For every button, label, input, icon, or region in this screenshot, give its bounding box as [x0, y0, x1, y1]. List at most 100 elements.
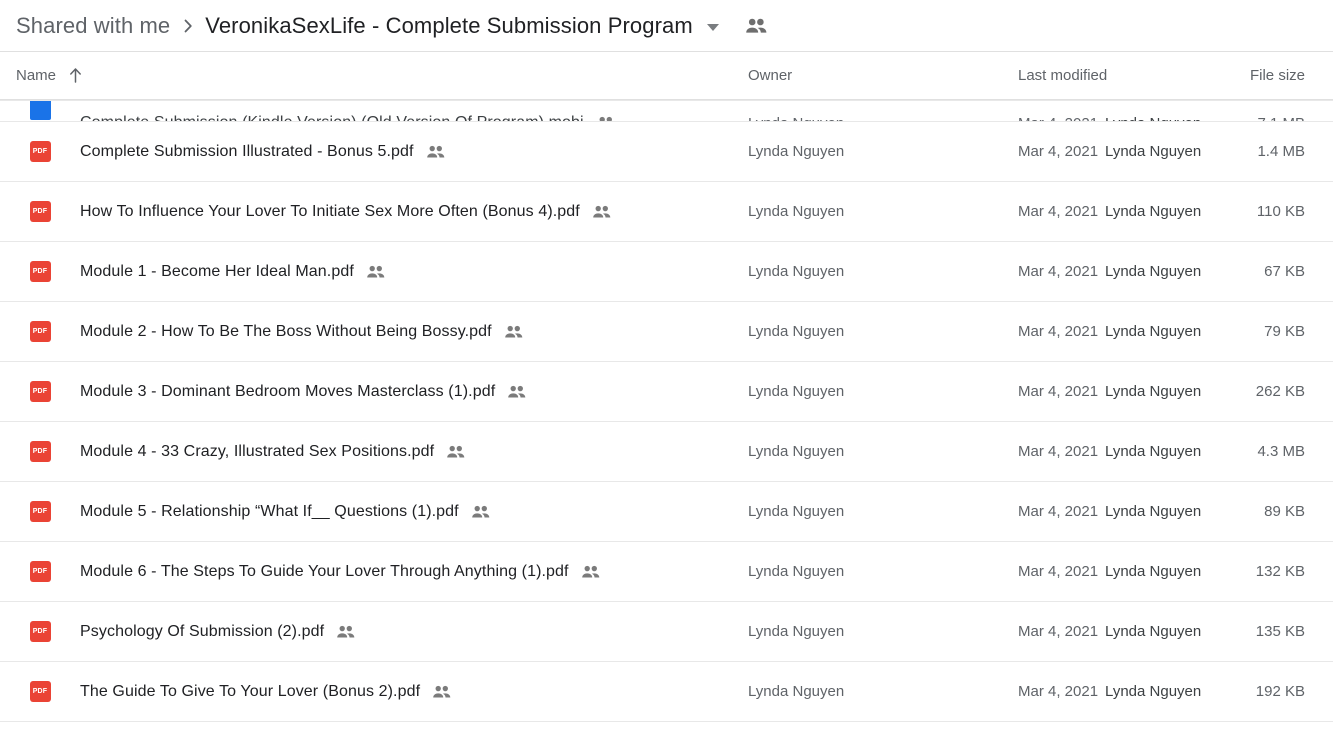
table-row[interactable]: PDF Module 3 - Dominant Bedroom Moves Ma…	[0, 362, 1333, 422]
table-column-headers: Name Owner Last modified File size	[0, 52, 1333, 100]
pdf-file-icon: PDF	[28, 560, 52, 584]
shared-people-icon	[446, 445, 465, 459]
shared-people-icon	[432, 685, 451, 699]
file-name-label: Module 4 - 33 Crazy, Illustrated Sex Pos…	[80, 442, 435, 460]
file-name-cell[interactable]: Module 3 - Dominant Bedroom Moves Master…	[80, 383, 526, 401]
table-row[interactable]: PDF The Guide To Give To Your Lover (Bon…	[0, 662, 1333, 722]
table-row[interactable]: PDF Module 4 - 33 Crazy, Illustrated Sex…	[0, 422, 1333, 482]
pdf-badge-label: PDF	[29, 501, 51, 522]
table-row[interactable]: PDF Module 2 - How To Be The Boss Withou…	[0, 302, 1333, 362]
file-size: 132 KB	[1255, 563, 1305, 580]
pdf-file-icon: PDF	[28, 140, 52, 164]
file-size: 110 KB	[1256, 203, 1305, 220]
folder-shared-people-icon[interactable]	[745, 18, 767, 34]
file-owner: Lynda Nguyen	[748, 323, 845, 340]
file-owner: Lynda Nguyen	[748, 503, 845, 520]
breadcrumb-current-folder[interactable]: VeronikaSexLife - Complete Submission Pr…	[205, 13, 693, 39]
file-name-cell[interactable]: Module 5 - Relationship “What If__ Quest…	[80, 503, 490, 521]
chevron-down-icon[interactable]	[706, 24, 719, 31]
column-header-name-label: Name	[16, 67, 57, 84]
pdf-badge-label: PDF	[29, 681, 51, 702]
file-owner: Lynda Nguyen	[748, 383, 845, 400]
table-row[interactable]: Complete Submission (Kindle Version) (Ol…	[0, 100, 1333, 122]
file-modified-by: Lynda Nguyen	[1105, 443, 1202, 460]
file-last-modified: Mar 4, 2021 Lynda Nguyen	[1018, 115, 1201, 121]
file-owner: Lynda Nguyen	[748, 115, 844, 121]
file-modified-by: Lynda Nguyen	[1105, 683, 1202, 700]
pdf-badge-label: PDF	[29, 381, 51, 402]
file-last-modified: Mar 4, 2021 Lynda Nguyen	[1018, 563, 1201, 580]
file-modified-date: Mar 4, 2021	[1018, 383, 1099, 400]
table-row[interactable]: PDF Complete Submission Illustrated - Bo…	[0, 122, 1333, 182]
table-row[interactable]: PDF Module 1 - Become Her Ideal Man.pdf …	[0, 242, 1333, 302]
file-owner: Lynda Nguyen	[748, 623, 845, 640]
file-owner: Lynda Nguyen	[748, 563, 845, 580]
file-size: 89 KB	[1264, 503, 1305, 520]
arrow-up-icon	[70, 68, 81, 83]
file-size: 4.3 MB	[1257, 443, 1305, 460]
file-name-label: How To Influence Your Lover To Initiate …	[80, 202, 580, 220]
file-size: 192 KB	[1255, 683, 1305, 700]
pdf-file-icon: PDF	[28, 260, 52, 284]
pdf-file-icon: PDF	[28, 620, 52, 644]
breadcrumb-parent-link[interactable]: Shared with me	[16, 13, 170, 39]
file-modified-by: Lynda Nguyen	[1105, 143, 1202, 160]
chevron-right-icon	[182, 17, 195, 35]
file-owner: Lynda Nguyen	[748, 203, 845, 220]
table-row[interactable]: PDF Psychology Of Submission (2).pdf Lyn…	[0, 602, 1333, 662]
file-name-label: Module 3 - Dominant Bedroom Moves Master…	[80, 382, 496, 400]
file-modified-by: Lynda Nguyen	[1105, 263, 1202, 280]
file-modified-by: Lynda Nguyen	[1105, 115, 1201, 121]
shared-people-icon	[336, 625, 355, 639]
pdf-file-icon: PDF	[28, 380, 52, 404]
table-row[interactable]: PDF How To Influence Your Lover To Initi…	[0, 182, 1333, 242]
file-size: 135 KB	[1255, 623, 1305, 640]
file-size: 1.4 MB	[1257, 143, 1305, 160]
file-last-modified: Mar 4, 2021 Lynda Nguyen	[1018, 683, 1201, 700]
file-owner: Lynda Nguyen	[748, 683, 845, 700]
column-header-owner[interactable]: Owner	[748, 67, 792, 84]
file-modified-date: Mar 4, 2021	[1018, 143, 1099, 160]
file-last-modified: Mar 4, 2021 Lynda Nguyen	[1018, 443, 1201, 460]
column-header-last-modified[interactable]: Last modified	[1018, 67, 1107, 84]
pdf-file-icon: PDF	[28, 500, 52, 524]
file-modified-by: Lynda Nguyen	[1105, 203, 1202, 220]
column-header-name[interactable]: Name	[16, 67, 83, 84]
file-last-modified: Mar 4, 2021 Lynda Nguyen	[1018, 323, 1201, 340]
file-modified-date: Mar 4, 2021	[1018, 683, 1099, 700]
file-name-cell[interactable]: How To Influence Your Lover To Initiate …	[80, 203, 611, 221]
shared-people-icon	[426, 145, 445, 159]
file-name-cell[interactable]: Complete Submission (Kindle Version) (Ol…	[80, 114, 615, 121]
file-name-cell[interactable]: Module 2 - How To Be The Boss Without Be…	[80, 323, 523, 341]
file-name-label: Module 5 - Relationship “What If__ Quest…	[80, 502, 459, 520]
file-name-cell[interactable]: Module 1 - Become Her Ideal Man.pdf	[80, 263, 385, 281]
column-header-file-size[interactable]: File size	[1250, 67, 1305, 84]
table-row[interactable]: PDF Module 5 - Relationship “What If__ Q…	[0, 482, 1333, 542]
pdf-badge-label: PDF	[29, 561, 51, 582]
pdf-badge-label: PDF	[29, 261, 51, 282]
file-name-cell[interactable]: The Guide To Give To Your Lover (Bonus 2…	[80, 683, 451, 701]
file-name-cell[interactable]: Psychology Of Submission (2).pdf	[80, 623, 355, 641]
file-modified-date: Mar 4, 2021	[1018, 503, 1099, 520]
file-name-cell[interactable]: Module 4 - 33 Crazy, Illustrated Sex Pos…	[80, 443, 465, 461]
file-modified-date: Mar 4, 2021	[1018, 263, 1099, 280]
table-row[interactable]: PDF Module 6 - The Steps To Guide Your L…	[0, 542, 1333, 602]
file-modified-by: Lynda Nguyen	[1105, 323, 1202, 340]
file-name-cell[interactable]: Module 6 - The Steps To Guide Your Lover…	[80, 563, 600, 581]
file-list: Complete Submission (Kindle Version) (Ol…	[0, 100, 1333, 722]
mobi-file-icon	[28, 101, 52, 121]
file-modified-date: Mar 4, 2021	[1018, 115, 1098, 121]
breadcrumb: Shared with me VeronikaSexLife - Complet…	[0, 0, 1333, 52]
file-modified-by: Lynda Nguyen	[1105, 503, 1202, 520]
file-modified-by: Lynda Nguyen	[1105, 383, 1202, 400]
file-owner: Lynda Nguyen	[748, 443, 845, 460]
file-name-label: Module 1 - Become Her Ideal Man.pdf	[80, 262, 354, 280]
file-name-cell[interactable]: Complete Submission Illustrated - Bonus …	[80, 143, 445, 161]
file-owner: Lynda Nguyen	[748, 143, 845, 160]
pdf-badge-label: PDF	[29, 141, 51, 162]
file-last-modified: Mar 4, 2021 Lynda Nguyen	[1018, 143, 1201, 160]
file-last-modified: Mar 4, 2021 Lynda Nguyen	[1018, 263, 1201, 280]
pdf-badge-label: PDF	[29, 621, 51, 642]
file-modified-by: Lynda Nguyen	[1105, 563, 1202, 580]
file-last-modified: Mar 4, 2021 Lynda Nguyen	[1018, 503, 1201, 520]
